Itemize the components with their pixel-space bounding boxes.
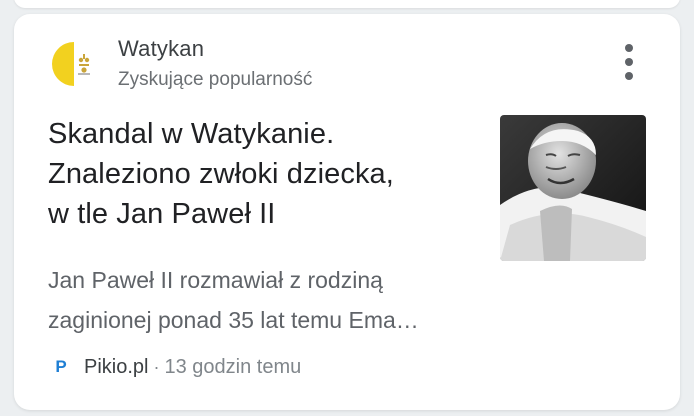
headline-line: Znaleziono zwłoki dziecka,	[48, 158, 394, 190]
headline-line: w tle Jan Paweł II	[48, 198, 276, 230]
snippet-line: zaginionej ponad 35 lat temu Ema…	[48, 307, 419, 333]
article-thumbnail[interactable]	[500, 115, 646, 261]
source-favicon-icon: P	[55, 357, 67, 376]
article-headline[interactable]: Skandal w Watykanie. Znaleziono zwłoki d…	[48, 114, 488, 234]
menu-dot	[625, 44, 633, 52]
menu-dot	[625, 58, 633, 66]
previous-card-edge	[14, 0, 680, 8]
article-snippet: Jan Paweł II rozmawiał z rodziną zaginio…	[48, 260, 518, 340]
menu-dot	[625, 72, 633, 80]
vatican-flag-icon	[52, 42, 96, 86]
topic-status: Zyskujące popularność	[118, 69, 313, 90]
source-name[interactable]: Pikio.pl	[84, 356, 148, 379]
topic-name[interactable]: Watykan	[118, 36, 204, 62]
separator-dot: ·	[153, 356, 160, 377]
published-time: 13 godzin temu	[164, 355, 302, 378]
snippet-line: Jan Paweł II rozmawiał z rodziną	[48, 267, 383, 293]
headline-line: Skandal w Watykanie.	[48, 118, 335, 150]
more-vert-icon[interactable]	[614, 40, 646, 84]
source-row: P Pikio.pl · 13 godzin temu	[52, 352, 301, 382]
news-card[interactable]: Watykan Zyskujące popularność Skandal w …	[14, 14, 680, 410]
